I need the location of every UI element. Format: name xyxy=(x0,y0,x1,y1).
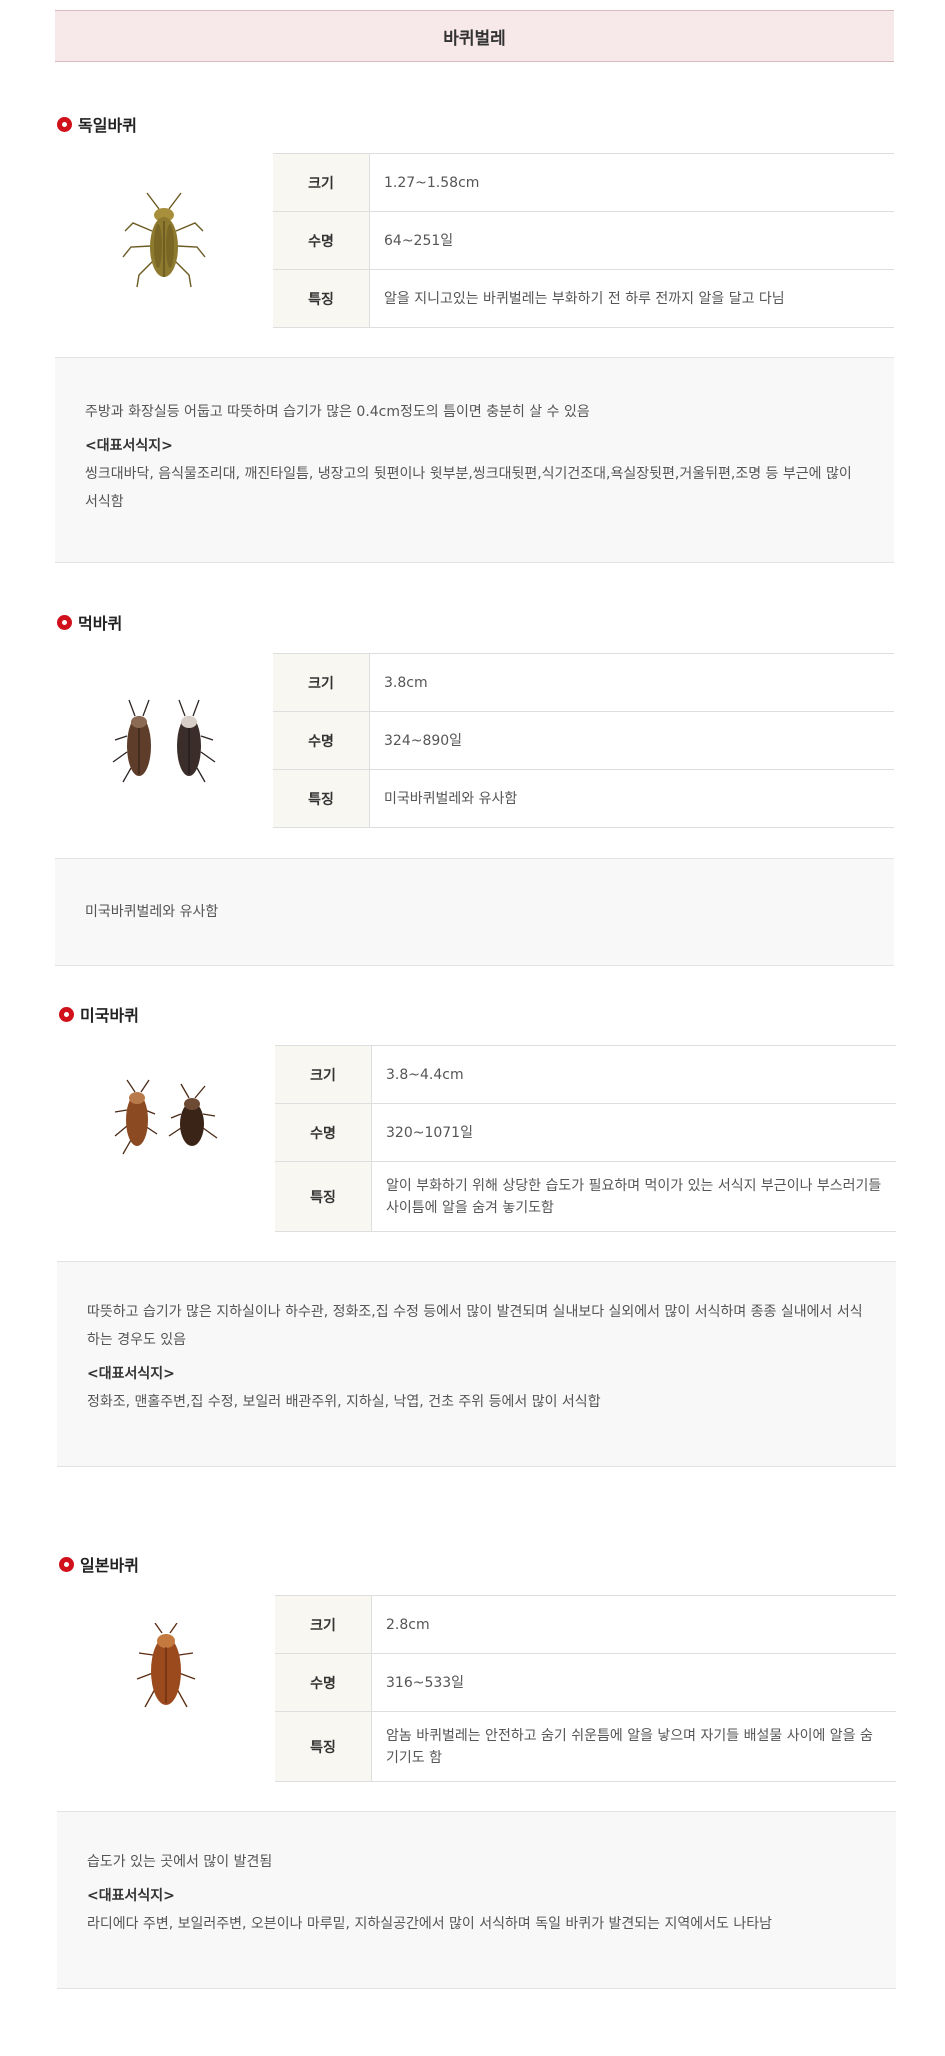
info-table: 크기 3.8cm 수명 324~890일 특징 미국바퀴벌레와 유사함 xyxy=(273,653,894,828)
lifespan-value: 316~533일 xyxy=(371,1653,896,1712)
description-text: 주방과 화장실등 어둡고 따뜻하며 습기가 많은 0.4cm정도의 틈이면 충분… xyxy=(85,404,590,420)
species-name: 일본바퀴 xyxy=(80,1556,139,1575)
size-row: 크기 3.8cm xyxy=(273,653,894,712)
feature-value: 알을 지니고있는 바퀴벌레는 부화하기 전 하루 전까지 알을 달고 다님 xyxy=(369,269,894,328)
habitat-heading: <대표서식지> xyxy=(87,1366,175,1382)
lifespan-row: 수명 320~1071일 xyxy=(275,1103,896,1162)
habitat-heading: <대표서식지> xyxy=(85,438,173,454)
feature-row: 특징 알을 지니고있는 바퀴벌레는 부화하기 전 하루 전까지 알을 달고 다님 xyxy=(273,269,894,328)
habitat-text: 씽크대바닥, 음식물조리대, 깨진타일틈, 냉장고의 뒷편이나 윗부분,씽크대뒷… xyxy=(85,466,852,510)
habitat-heading: <대표서식지> xyxy=(87,1888,175,1904)
cockroach-image xyxy=(55,153,273,328)
lifespan-value: 64~251일 xyxy=(369,211,894,270)
feature-label: 특징 xyxy=(275,1711,372,1782)
size-row: 크기 2.8cm xyxy=(275,1595,896,1654)
lifespan-label: 수명 xyxy=(275,1653,372,1712)
lifespan-label: 수명 xyxy=(273,711,370,770)
cockroach-image xyxy=(57,1595,275,1740)
bullet-icon xyxy=(59,1006,74,1022)
species-name: 먹바퀴 xyxy=(78,614,123,633)
feature-row: 특징 미국바퀴벌레와 유사함 xyxy=(273,769,894,828)
species-section-american: 미국바퀴 크기 3.8~4.4cm 수명 320~1071일 특징 알이 부화하… xyxy=(57,990,896,1470)
lifespan-value: 324~890일 xyxy=(369,711,894,770)
size-row: 크기 1.27~1.58cm xyxy=(273,153,894,212)
size-label: 크기 xyxy=(275,1595,372,1654)
species-heading: 먹바퀴 xyxy=(57,610,122,634)
lifespan-row: 수명 316~533일 xyxy=(275,1653,896,1712)
feature-label: 특징 xyxy=(275,1161,372,1232)
lifespan-value: 320~1071일 xyxy=(371,1103,896,1162)
page-title: 바퀴벌레 xyxy=(55,10,894,62)
size-value: 1.27~1.58cm xyxy=(369,153,894,212)
size-row: 크기 3.8~4.4cm xyxy=(275,1045,896,1104)
feature-value: 알이 부화하기 위해 상당한 습도가 필요하며 먹이가 있는 서식지 부근이나 … xyxy=(371,1161,896,1232)
description-box: 주방과 화장실등 어둡고 따뜻하며 습기가 많은 0.4cm정도의 틈이면 충분… xyxy=(55,357,894,563)
bullet-icon xyxy=(59,1556,74,1572)
cockroach-image xyxy=(57,1045,275,1190)
lifespan-row: 수명 324~890일 xyxy=(273,711,894,770)
bullet-icon xyxy=(57,116,72,132)
description-box: 따뜻하고 습기가 많은 지하실이나 하수관, 정화조,집 수정 등에서 많이 발… xyxy=(57,1261,896,1467)
size-value: 3.8cm xyxy=(369,653,894,712)
description-box: 미국바퀴벌레와 유사함 xyxy=(55,858,894,966)
size-label: 크기 xyxy=(275,1045,372,1104)
species-name: 미국바퀴 xyxy=(80,1006,139,1025)
feature-value: 미국바퀴벌레와 유사함 xyxy=(369,769,894,828)
feature-label: 특징 xyxy=(273,269,370,328)
species-section-oriental: 일본바퀴 크기 2.8cm 수명 316~533일 특징 암놈 바퀴벌레는 안전… xyxy=(57,1540,896,2000)
feature-label: 특징 xyxy=(273,769,370,828)
lifespan-label: 수명 xyxy=(275,1103,372,1162)
feature-row: 특징 암놈 바퀴벌레는 안전하고 숨기 쉬운틈에 알을 낳으며 자기들 배설물 … xyxy=(275,1711,896,1782)
species-section-smokybrown: 먹바퀴 크기 3.8cm 수명 324~890일 특징 미국바퀴벌레와 유사함 … xyxy=(55,598,894,968)
lifespan-row: 수명 64~251일 xyxy=(273,211,894,270)
info-table: 크기 1.27~1.58cm 수명 64~251일 특징 알을 지니고있는 바퀴… xyxy=(273,153,894,328)
species-name: 독일바퀴 xyxy=(78,116,137,135)
info-table: 크기 3.8~4.4cm 수명 320~1071일 특징 알이 부화하기 위해 … xyxy=(275,1045,896,1232)
cockroach-image xyxy=(55,653,273,828)
size-label: 크기 xyxy=(273,153,370,212)
habitat-text: 라디에다 주변, 보일러주변, 오븐이나 마루밑, 지하실공간에서 많이 서식하… xyxy=(87,1916,772,1932)
info-table: 크기 2.8cm 수명 316~533일 특징 암놈 바퀴벌레는 안전하고 숨기… xyxy=(275,1595,896,1782)
species-heading: 일본바퀴 xyxy=(59,1552,139,1576)
species-heading: 미국바퀴 xyxy=(59,1002,139,1026)
feature-row: 특징 알이 부화하기 위해 상당한 습도가 필요하며 먹이가 있는 서식지 부근… xyxy=(275,1161,896,1232)
size-label: 크기 xyxy=(273,653,370,712)
lifespan-label: 수명 xyxy=(273,211,370,270)
habitat-text: 정화조, 맨홀주변,집 수정, 보일러 배관주위, 지하실, 낙엽, 건초 주위… xyxy=(87,1394,601,1410)
species-heading: 독일바퀴 xyxy=(57,112,137,136)
description-text: 미국바퀴벌레와 유사함 xyxy=(85,904,219,920)
feature-value: 암놈 바퀴벌레는 안전하고 숨기 쉬운틈에 알을 낳으며 자기들 배설물 사이에… xyxy=(371,1711,896,1782)
description-text: 따뜻하고 습기가 많은 지하실이나 하수관, 정화조,집 수정 등에서 많이 발… xyxy=(87,1304,863,1348)
species-section-german: 독일바퀴 크기 1.27~1.58cm 수명 64~251일 특징 알을 지니고… xyxy=(55,100,894,570)
size-value: 2.8cm xyxy=(371,1595,896,1654)
bullet-icon xyxy=(57,614,72,630)
size-value: 3.8~4.4cm xyxy=(371,1045,896,1104)
description-text: 습도가 있는 곳에서 많이 발견됨 xyxy=(87,1854,273,1870)
description-box: 습도가 있는 곳에서 많이 발견됨 <대표서식지> 라디에다 주변, 보일러주변… xyxy=(57,1811,896,1989)
